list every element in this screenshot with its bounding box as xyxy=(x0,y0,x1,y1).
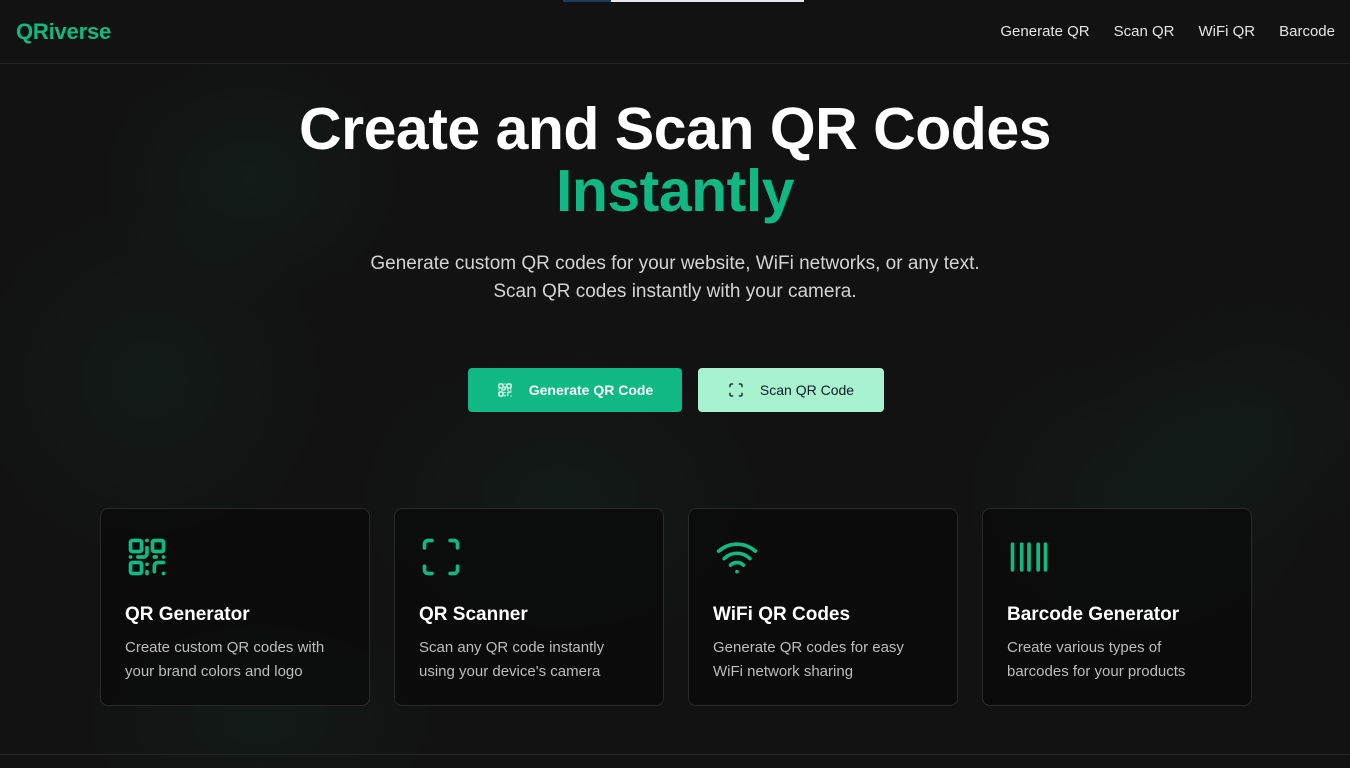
feature-card-description: Create various types of barcodes for you… xyxy=(1007,639,1186,680)
feature-card-title: WiFi QR Codes xyxy=(713,604,851,625)
feature-card-qr-generator[interactable]: QR Generator Create custom QR codes with… xyxy=(100,508,370,706)
feature-card-qr-scanner[interactable]: QR Scanner Scan any QR code instantly us… xyxy=(394,508,664,706)
wifi-icon xyxy=(713,535,763,579)
feature-card-description: Create custom QR codes with your brand c… xyxy=(125,639,325,680)
generate-qr-button-label: Generate QR Code xyxy=(528,382,654,398)
feature-card-barcode[interactable]: Barcode Generator Create various types o… xyxy=(982,508,1252,706)
page: QRiverse Generate QR Scan QR WiFi QR Bar… xyxy=(0,0,1350,768)
feature-card-wifi-qr[interactable]: WiFi QR Codes Generate QR codes for easy… xyxy=(688,508,958,706)
hero-title: Create and Scan QR Codes Instantly xyxy=(0,98,1350,222)
feature-card-description: Scan any QR code instantly using your de… xyxy=(419,639,605,680)
generate-qr-button[interactable]: Generate QR Code xyxy=(468,368,682,412)
scan-qr-button-label: Scan QR Code xyxy=(759,382,855,398)
nav-link-scan-qr[interactable]: Scan QR xyxy=(1114,23,1175,40)
hero-subtitle-line2: Scan QR codes instantly with your camera… xyxy=(493,281,857,302)
brand-logo[interactable]: QRiverse xyxy=(16,19,111,45)
scan-icon xyxy=(729,383,743,397)
nav-link-barcode[interactable]: Barcode xyxy=(1279,23,1335,40)
hero-title-highlight: Instantly xyxy=(555,158,795,224)
hero-subtitle: Generate custom QR codes for your websit… xyxy=(0,250,1350,306)
hero-subtitle-line1: Generate custom QR codes for your websit… xyxy=(370,253,980,274)
qr-code-icon xyxy=(498,383,512,397)
footer-divider xyxy=(0,754,1350,755)
main-nav: Generate QR Scan QR WiFi QR Barcode xyxy=(976,23,1335,40)
scan-icon xyxy=(419,535,469,579)
feature-card-title: QR Scanner xyxy=(419,604,528,625)
nav-link-generate-qr[interactable]: Generate QR xyxy=(1000,23,1089,40)
feature-card-description: Generate QR codes for easy WiFi network … xyxy=(713,639,904,680)
feature-card-title: Barcode Generator xyxy=(1007,604,1180,625)
cta-buttons: Generate QR Code Scan QR Code xyxy=(468,368,884,412)
nav-link-wifi-qr[interactable]: WiFi QR xyxy=(1198,23,1255,40)
qr-code-icon xyxy=(125,535,175,579)
scan-qr-button[interactable]: Scan QR Code xyxy=(698,368,884,412)
hero-title-line1: Create and Scan QR Codes xyxy=(299,96,1051,162)
feature-card-title: QR Generator xyxy=(125,604,250,625)
feature-cards: QR Generator Create custom QR codes with… xyxy=(100,508,1252,706)
barcode-icon xyxy=(1007,535,1057,579)
top-navbar: QRiverse Generate QR Scan QR WiFi QR Bar… xyxy=(0,0,1350,64)
